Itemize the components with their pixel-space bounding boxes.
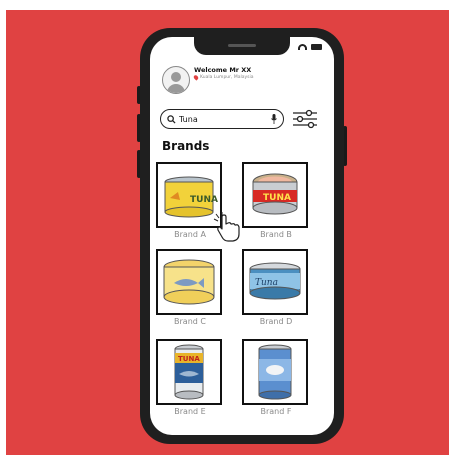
can-a-label: TUNA	[190, 195, 218, 205]
hand-pointer-icon	[213, 212, 240, 242]
location-pin-icon	[192, 74, 200, 81]
brand-card-b[interactable]: TUNA	[242, 162, 308, 228]
can-b-label: TUNA	[263, 193, 291, 203]
welcome-text: Welcome Mr XX	[194, 66, 252, 74]
filter-sliders-icon[interactable]	[292, 109, 318, 129]
brand-card-c[interactable]	[156, 249, 222, 315]
search-bar[interactable]	[160, 109, 284, 129]
location-text: Kuala Lumpur, Malaysia	[200, 75, 254, 80]
battery-icon	[311, 44, 322, 50]
brand-label-e: Brand E	[174, 407, 206, 416]
tuna-can-f-image	[258, 344, 292, 400]
tuna-can-d-image: Tuna	[249, 262, 301, 300]
brand-label-b: Brand B	[260, 230, 292, 239]
search-input[interactable]	[179, 114, 269, 124]
phone-screen: Welcome Mr XX Kuala Lumpur, Malaysia Bra…	[150, 37, 334, 435]
tuna-can-c-image	[163, 259, 215, 305]
speaker-grille	[228, 44, 256, 47]
location-row: Kuala Lumpur, Malaysia	[192, 74, 254, 81]
avatar-head	[171, 72, 181, 82]
tuna-can-a-image: TUNA	[164, 176, 218, 218]
can-d-label: Tuna	[255, 278, 278, 288]
brand-label-f: Brand F	[260, 407, 292, 416]
tuna-can-e-image: TUNA	[174, 344, 204, 400]
avatar-body	[167, 84, 185, 93]
brands-heading: Brands	[162, 139, 210, 153]
search-icon	[167, 114, 176, 124]
wifi-icon	[298, 44, 307, 50]
brand-label-d: Brand D	[259, 317, 293, 326]
brand-card-e[interactable]: TUNA	[156, 339, 222, 405]
status-bar	[298, 44, 322, 50]
microphone-icon[interactable]	[271, 114, 277, 124]
avatar[interactable]	[162, 66, 190, 94]
can-e-label: TUNA	[178, 355, 200, 363]
phone-notch	[194, 37, 290, 55]
brand-label-c: Brand C	[174, 317, 206, 326]
tuna-can-b-image: TUNA	[252, 173, 298, 215]
brand-card-f[interactable]	[242, 339, 308, 405]
brand-card-d[interactable]: Tuna	[242, 249, 308, 315]
